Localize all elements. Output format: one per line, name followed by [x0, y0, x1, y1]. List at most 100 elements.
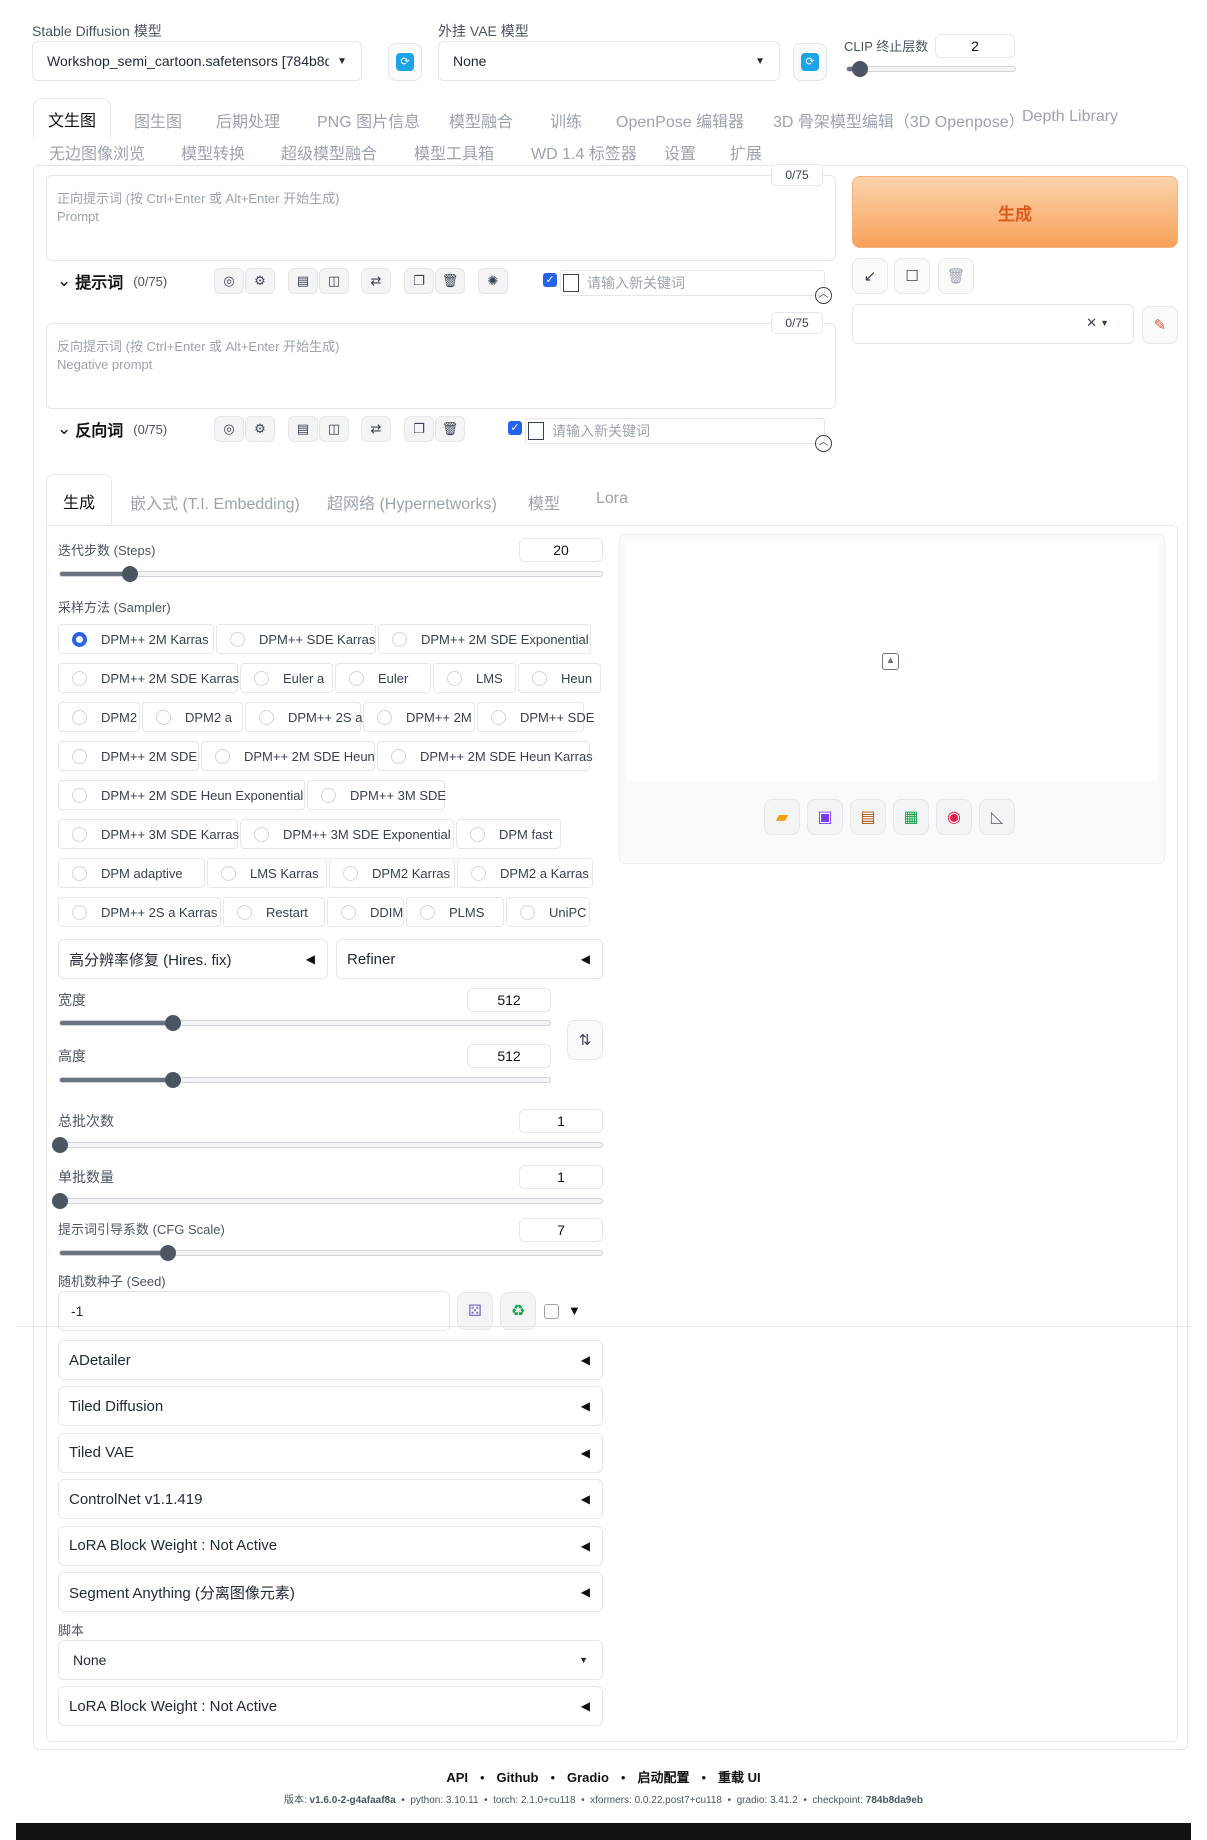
sampler-option[interactable]: Restart [223, 897, 325, 927]
negative-keyword-input[interactable]: 请输入新关键词 [525, 418, 825, 444]
bookmark-icon[interactable]: ◫ [319, 416, 349, 442]
sampler-option[interactable]: DPM++ 2S a Karras [58, 897, 221, 927]
send-to-extras-icon[interactable]: ◺ [979, 799, 1015, 835]
sampler-option[interactable]: DPM2 a Karras [457, 858, 593, 888]
slider-thumb[interactable] [164, 1072, 181, 1088]
extension-accordion[interactable]: Tiled Diffusion ◀ [58, 1386, 603, 1427]
main-tab-10[interactable]: 模型转换 [181, 140, 245, 164]
chatgpt-icon[interactable]: ✺ [478, 268, 508, 294]
prompt-keyword-input[interactable]: 请输入新关键词 [560, 270, 825, 296]
sampler-option[interactable]: DPM2 a [142, 702, 243, 732]
main-tab-14[interactable]: 设置 [664, 140, 696, 164]
slider-thumb[interactable] [52, 1137, 68, 1153]
slider-thumb[interactable] [852, 61, 869, 77]
sub-tab-2[interactable]: 超网络 (Hypernetworks) [327, 490, 497, 514]
translate-icon[interactable]: ◎ [214, 416, 244, 442]
sampler-option[interactable]: Heun [518, 663, 601, 693]
footer-link[interactable]: 重载 UI [718, 1770, 761, 1785]
sampler-option[interactable]: DPM++ 2S a [245, 702, 362, 732]
clip-skip-slider[interactable] [846, 61, 1016, 77]
trash-icon[interactable]: 🗑 [435, 268, 465, 294]
footer-link[interactable]: Gradio [567, 1770, 609, 1785]
main-tab-13[interactable]: WD 1.4 标签器 [531, 140, 637, 164]
collapse-up-icon[interactable]: ︿ [815, 287, 832, 304]
collapse-up-icon[interactable]: ︿ [815, 435, 832, 452]
batch-count-input[interactable]: 1 [519, 1109, 603, 1133]
gear-icon[interactable]: ⚙ [245, 268, 275, 294]
vae-select[interactable]: None ▼ [438, 41, 780, 81]
output-image-area[interactable]: ▲ [626, 541, 1158, 781]
prompt-textarea[interactable]: 正向提示词 (按 Ctrl+Enter 或 Alt+Enter 开始生成) Pr… [46, 175, 836, 261]
main-tab-9[interactable]: 无边图像浏览 [49, 140, 145, 164]
lora-block-weight-accordion-bottom[interactable]: LoRA Block Weight : Not Active ◀ [58, 1686, 603, 1726]
copy-icon[interactable]: ❐ [404, 416, 434, 442]
sampler-option[interactable]: DPM fast [456, 819, 561, 849]
send-to-inpaint-icon[interactable]: ◉ [936, 799, 972, 835]
sampler-option[interactable]: UniPC [506, 897, 590, 927]
dice-icon[interactable]: ⚄ [457, 1292, 493, 1330]
prompt-keyword-checkbox[interactable]: ✓ [543, 273, 557, 287]
refiner-accordion[interactable]: Refiner ◀ [336, 939, 603, 979]
steps-slider[interactable] [59, 566, 603, 582]
footer-link[interactable]: 启动配置 [637, 1770, 689, 1785]
styles-select[interactable]: ✕ ▼ [852, 304, 1134, 344]
cfg-input[interactable]: 7 [519, 1218, 603, 1242]
close-icon[interactable]: ✕ [1086, 315, 1097, 331]
sampler-option[interactable]: LMS Karras [207, 858, 327, 888]
slider-thumb[interactable] [52, 1193, 68, 1209]
read-params-icon[interactable]: ↙ [852, 258, 888, 294]
clear-icon[interactable]: ☐ [894, 258, 930, 294]
trash-icon[interactable]: 🗑 [435, 416, 465, 442]
height-slider[interactable] [59, 1072, 551, 1088]
sampler-option[interactable]: DPM++ 3M SDE Exponential [240, 819, 454, 849]
sampler-option[interactable]: DPM++ 2M Karras [58, 624, 214, 654]
steps-input[interactable]: 20 [519, 538, 603, 562]
main-tab-5[interactable]: 训练 [550, 108, 582, 132]
main-tab-8[interactable]: Depth Library [1022, 108, 1118, 126]
seed-input[interactable]: -1 [58, 1291, 450, 1331]
sampler-option[interactable]: DPM++ 2M SDE Heun Exponential [58, 780, 305, 810]
main-tab-3[interactable]: PNG 图片信息 [317, 108, 420, 132]
expand-down-icon[interactable]: ▼ [568, 1303, 581, 1318]
main-tab-0[interactable]: 文生图 [33, 98, 112, 138]
main-tab-11[interactable]: 超级模型融合 [281, 140, 377, 164]
prompt-toolbar-toggle[interactable]: ⌄ 提示词 (0/75) [57, 269, 167, 293]
sd-model-select[interactable]: Workshop_semi_cartoon.safetensors [784b8… [32, 41, 362, 81]
sampler-option[interactable]: Euler a [240, 663, 333, 693]
edit-styles-icon[interactable]: ✎ [1142, 306, 1178, 344]
main-tab-1[interactable]: 图生图 [134, 108, 182, 132]
hires-fix-accordion[interactable]: 高分辨率修复 (Hires. fix) ◀ [58, 939, 328, 979]
sampler-option[interactable]: DPM++ 3M SDE [307, 780, 446, 810]
main-tab-4[interactable]: 模型融合 [449, 108, 513, 132]
extension-accordion[interactable]: ADetailer ◀ [58, 1340, 603, 1380]
main-tab-2[interactable]: 后期处理 [216, 108, 280, 132]
sampler-option[interactable]: DPM++ 2M SDE [58, 741, 199, 771]
script-select[interactable]: None ▼ [58, 1640, 603, 1680]
sampler-option[interactable]: DDIM [327, 897, 404, 927]
negative-keyword-checkbox[interactable]: ✓ [508, 421, 522, 435]
width-slider[interactable] [59, 1015, 551, 1031]
main-tab-6[interactable]: OpenPose 编辑器 [616, 108, 744, 132]
batch-size-input[interactable]: 1 [519, 1165, 603, 1189]
sampler-option[interactable]: DPM++ 2M SDE Karras [58, 663, 239, 693]
sub-tab-3[interactable]: 模型 [528, 490, 560, 514]
footer-link[interactable]: Github [497, 1770, 539, 1785]
extension-accordion[interactable]: Tiled VAE ◀ [58, 1432, 603, 1473]
height-input[interactable]: 512 [467, 1044, 551, 1068]
sampler-option[interactable]: LMS [433, 663, 516, 693]
sampler-option[interactable]: DPM++ 3M SDE Karras [58, 819, 239, 849]
sampler-option[interactable]: DPM2 [58, 702, 140, 732]
swap-dimensions-icon[interactable]: ⇅ [567, 1020, 603, 1060]
gear-icon[interactable]: ⚙ [245, 416, 275, 442]
sampler-option[interactable]: DPM2 Karras [329, 858, 455, 888]
sampler-option[interactable]: DPM++ 2M SDE Heun [201, 741, 375, 771]
trash-icon[interactable]: 🗑 [938, 258, 974, 294]
extension-accordion[interactable]: ControlNet v1.1.419 ◀ [58, 1479, 603, 1520]
sub-tab-4[interactable]: Lora [596, 490, 628, 508]
vae-refresh-button[interactable]: ⟳ [793, 43, 827, 81]
footer-link[interactable]: API [446, 1770, 468, 1785]
zip-icon[interactable]: ▤ [850, 799, 886, 835]
sd-model-refresh-button[interactable]: ⟳ [388, 43, 422, 81]
folder-icon[interactable]: ▰ [764, 799, 800, 835]
sub-tab-1[interactable]: 嵌入式 (T.I. Embedding) [130, 490, 300, 514]
